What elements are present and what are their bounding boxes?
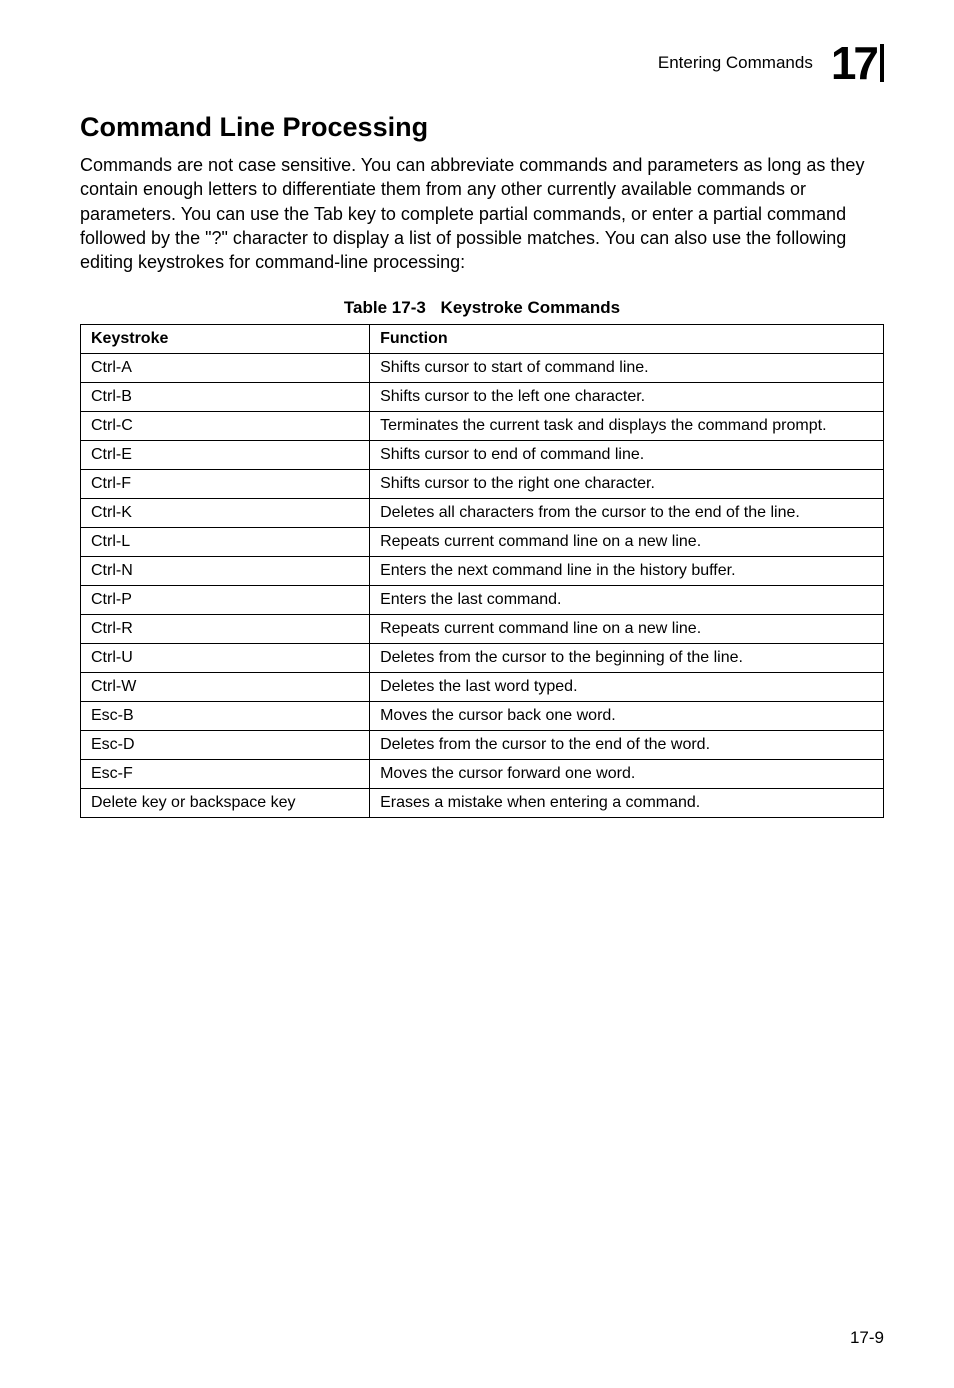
function-cell: Enters the next command line in the hist… [370, 557, 884, 586]
function-cell: Shifts cursor to end of command line. [370, 441, 884, 470]
function-cell: Repeats current command line on a new li… [370, 615, 884, 644]
keystroke-cell: Ctrl-B [81, 383, 370, 412]
table-row: Ctrl-CTerminates the current task and di… [81, 412, 884, 441]
chapter-bar-icon [880, 44, 884, 82]
table-row: Ctrl-UDeletes from the cursor to the beg… [81, 644, 884, 673]
table-caption: Table 17-3 Keystroke Commands [80, 298, 884, 318]
keystroke-cell: Ctrl-E [81, 441, 370, 470]
keystroke-cell: Esc-B [81, 702, 370, 731]
keystroke-cell: Ctrl-R [81, 615, 370, 644]
table-label: Table 17-3 [344, 298, 426, 317]
table-row: Ctrl-LRepeats current command line on a … [81, 528, 884, 557]
table-row: Ctrl-FShifts cursor to the right one cha… [81, 470, 884, 499]
keystroke-cell: Ctrl-C [81, 412, 370, 441]
function-cell: Shifts cursor to the left one character. [370, 383, 884, 412]
function-cell: Deletes from the cursor to the end of th… [370, 731, 884, 760]
keystroke-commands-table: Keystroke Function Ctrl-AShifts cursor t… [80, 324, 884, 818]
table-row: Esc-BMoves the cursor back one word. [81, 702, 884, 731]
breadcrumb: Entering Commands [658, 53, 813, 73]
function-cell: Repeats current command line on a new li… [370, 528, 884, 557]
chapter-badge: 17 [831, 40, 884, 86]
function-cell: Deletes the last word typed. [370, 673, 884, 702]
keystroke-cell: Ctrl-P [81, 586, 370, 615]
function-cell: Enters the last command. [370, 586, 884, 615]
table-row: Ctrl-WDeletes the last word typed. [81, 673, 884, 702]
table-row: Esc-FMoves the cursor forward one word. [81, 760, 884, 789]
page-number: 17-9 [850, 1328, 884, 1348]
function-cell: Deletes all characters from the cursor t… [370, 499, 884, 528]
keystroke-cell: Ctrl-W [81, 673, 370, 702]
keystroke-cell: Ctrl-A [81, 354, 370, 383]
table-row: Ctrl-AShifts cursor to start of command … [81, 354, 884, 383]
keystroke-cell: Ctrl-L [81, 528, 370, 557]
function-cell: Terminates the current task and displays… [370, 412, 884, 441]
table-row: Ctrl-RRepeats current command line on a … [81, 615, 884, 644]
function-cell: Shifts cursor to the right one character… [370, 470, 884, 499]
section-title: Command Line Processing [80, 112, 884, 143]
keystroke-cell: Ctrl-N [81, 557, 370, 586]
function-cell: Erases a mistake when entering a command… [370, 789, 884, 818]
chapter-number: 17 [831, 40, 876, 86]
table-row: Ctrl-NEnters the next command line in th… [81, 557, 884, 586]
table-row: Esc-DDeletes from the cursor to the end … [81, 731, 884, 760]
table-row: Ctrl-BShifts cursor to the left one char… [81, 383, 884, 412]
keystroke-cell: Ctrl-F [81, 470, 370, 499]
section-intro: Commands are not case sensitive. You can… [80, 153, 884, 274]
function-cell: Moves the cursor back one word. [370, 702, 884, 731]
function-cell: Moves the cursor forward one word. [370, 760, 884, 789]
keystroke-cell: Esc-F [81, 760, 370, 789]
function-cell: Shifts cursor to start of command line. [370, 354, 884, 383]
page-header: Entering Commands 17 [80, 40, 884, 86]
table-row: Ctrl-PEnters the last command. [81, 586, 884, 615]
table-row: Ctrl-EShifts cursor to end of command li… [81, 441, 884, 470]
table-header-keystroke: Keystroke [81, 325, 370, 354]
table-row: Delete key or backspace keyErases a mist… [81, 789, 884, 818]
table-header-function: Function [370, 325, 884, 354]
function-cell: Deletes from the cursor to the beginning… [370, 644, 884, 673]
keystroke-cell: Ctrl-K [81, 499, 370, 528]
table-row: Ctrl-KDeletes all characters from the cu… [81, 499, 884, 528]
table-header-row: Keystroke Function [81, 325, 884, 354]
keystroke-cell: Delete key or backspace key [81, 789, 370, 818]
table-title: Keystroke Commands [441, 298, 621, 317]
keystroke-cell: Esc-D [81, 731, 370, 760]
keystroke-cell: Ctrl-U [81, 644, 370, 673]
